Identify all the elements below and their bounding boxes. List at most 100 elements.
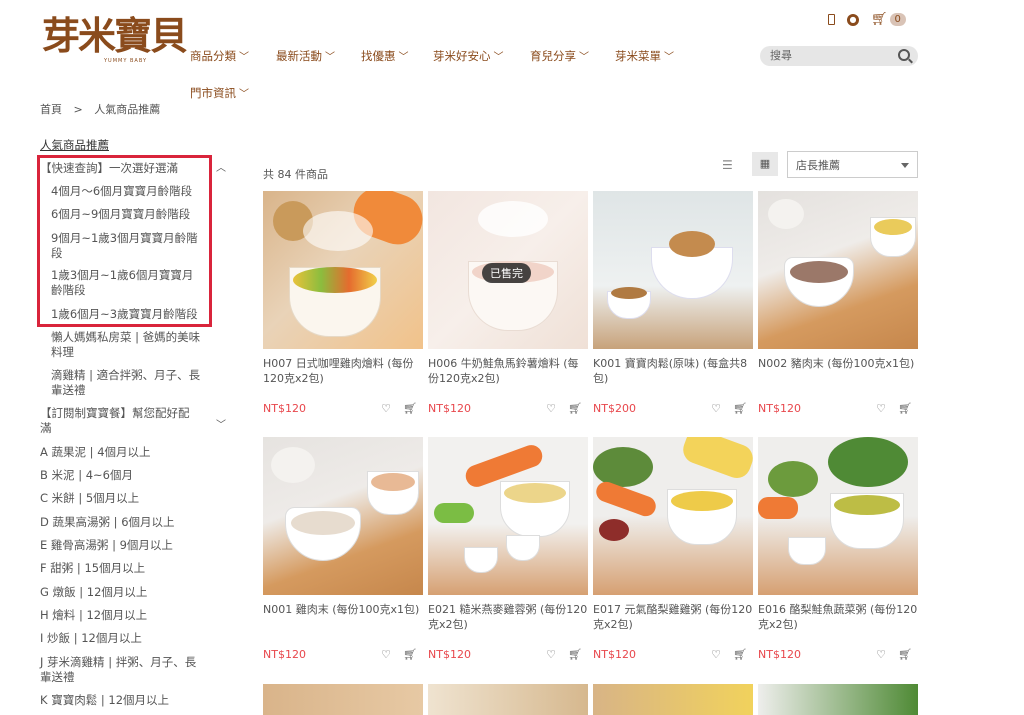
heart-icon[interactable]: ♡: [876, 402, 886, 415]
product-name[interactable]: E016 酪梨鮭魚蔬菜粥 (每份120克x2包): [758, 602, 918, 632]
heart-icon[interactable]: ♡: [876, 648, 886, 661]
product-actions: ♡ 🛒︎: [711, 402, 747, 415]
cart-icon[interactable]: 🛒︎: [568, 402, 582, 415]
heart-icon[interactable]: ♡: [711, 648, 721, 661]
chevron-down-icon: ﹀: [239, 52, 249, 63]
sidebar-category-k[interactable]: K 寶寶肉鬆 | 12個月以上: [40, 693, 210, 708]
cart-icon[interactable]: 🛒︎: [871, 12, 888, 27]
product-actions: ♡ 🛒︎: [381, 648, 417, 661]
product-name[interactable]: H007 日式咖哩雞肉燴料 (每份120克x2包): [263, 356, 423, 386]
product-name[interactable]: N001 雞肉末 (每份100克x1包): [263, 602, 423, 632]
heart-icon[interactable]: ♡: [381, 402, 391, 415]
product-card[interactable]: 已售完 H006 牛奶鮭魚馬鈴薯燴料 (每份120克x2包) NT$120 ♡ 🛒…: [428, 191, 588, 415]
product-actions: ♡ 🛒︎: [381, 402, 417, 415]
nav-label: 最新活動: [276, 49, 322, 63]
cart-icon[interactable]: 🛒︎: [898, 648, 912, 661]
product-image[interactable]: [428, 437, 588, 595]
cart-count-badge: 0: [889, 13, 906, 26]
caret-down-icon: [901, 163, 909, 168]
search-icon[interactable]: [898, 49, 910, 61]
mobile-icon[interactable]: [828, 14, 835, 25]
nav-menu[interactable]: 芽米菜單 ﹀: [615, 48, 674, 64]
cart-icon[interactable]: 🛒︎: [733, 648, 747, 661]
product-image[interactable]: [593, 191, 753, 349]
sidebar-category-b[interactable]: B 米泥 | 4~6個月: [40, 468, 210, 483]
sidebar-category-g[interactable]: G 燉飯 | 12個月以上: [40, 585, 210, 600]
nav-events[interactable]: 最新活動 ﹀: [276, 48, 335, 64]
product-card[interactable]: N002 豬肉末 (每份100克x1包) NT$120 ♡ 🛒︎: [758, 191, 918, 415]
cart-icon[interactable]: 🛒︎: [898, 402, 912, 415]
sidebar-category-e[interactable]: E 雞骨高湯粥 | 9個月以上: [40, 538, 210, 553]
product-name[interactable]: N002 豬肉末 (每份100克x1包): [758, 356, 918, 386]
sidebar-category-j[interactable]: J 芽米滴雞精 | 拌粥、月子、長輩送禮: [40, 655, 200, 685]
heart-icon[interactable]: ♡: [381, 648, 391, 661]
product-name[interactable]: E017 元氣酪梨雞雞粥 (每份120克x2包): [593, 602, 753, 632]
product-image[interactable]: [263, 684, 423, 715]
product-card[interactable]: E017 元氣酪梨雞雞粥 (每份120克x2包) NT$120 ♡ 🛒︎: [593, 437, 753, 661]
product-name[interactable]: K001 寶寶肉鬆(原味) (每盒共8包): [593, 356, 753, 386]
heart-icon[interactable]: ♡: [711, 402, 721, 415]
nav-label: 育兒分享: [530, 49, 576, 63]
sidebar-category-a[interactable]: A 蔬果泥 | 4個月以上: [40, 445, 210, 460]
chevron-up-icon[interactable]: ︿: [216, 161, 226, 176]
product-card[interactable]: N001 雞肉末 (每份100克x1包) NT$120 ♡ 🛒︎: [263, 437, 423, 661]
sold-out-badge: 已售完: [482, 263, 531, 283]
sidebar-item-6-9m[interactable]: 6個月~9個月寶寶月齡階段: [51, 207, 211, 222]
cart-icon[interactable]: 🛒︎: [403, 648, 417, 661]
product-card[interactable]: E021 糙米燕麥雞蓉粥 (每份120克x2包) NT$120 ♡ 🛒︎: [428, 437, 588, 661]
sidebar-category-d[interactable]: D 蔬果高湯粥 | 6個月以上: [40, 515, 210, 530]
sidebar-item-1y6m-3y[interactable]: 1歲6個月~3歲寶寶月齡階段: [51, 307, 211, 322]
sidebar-item-lazy-mom[interactable]: 懶人媽媽私房菜 | 爸媽的美味料理: [51, 330, 206, 360]
product-actions: ♡ 🛒︎: [711, 648, 747, 661]
product-image[interactable]: [758, 191, 918, 349]
heart-icon[interactable]: ♡: [546, 402, 556, 415]
product-name[interactable]: E021 糙米燕麥雞蓉粥 (每份120克x2包): [428, 602, 588, 632]
product-actions: ♡ 🛒︎: [876, 648, 912, 661]
product-actions: ♡ 🛒︎: [546, 648, 582, 661]
product-image[interactable]: [428, 684, 588, 715]
product-image[interactable]: 已售完: [428, 191, 588, 349]
sidebar-quick-query[interactable]: 【快速查詢】一次選好選滿: [40, 161, 210, 176]
product-card[interactable]: H007 日式咖哩雞肉燴料 (每份120克x2包) NT$120 ♡ 🛒︎: [263, 191, 423, 415]
product-image[interactable]: [263, 437, 423, 595]
product-image[interactable]: [263, 191, 423, 349]
grid-view-icon[interactable]: ▦: [752, 152, 778, 176]
nav-parenting[interactable]: 育兒分享 ﹀: [530, 48, 589, 64]
cart-icon[interactable]: 🛒︎: [733, 402, 747, 415]
product-image[interactable]: [758, 437, 918, 595]
product-count: 共 84 件商品: [263, 168, 328, 181]
sidebar-category-h[interactable]: H 燴料 | 12個月以上: [40, 608, 210, 623]
sidebar-item-1y3m-1y6m[interactable]: 1歲3個月~1歲6個月寶寶月齡階段: [51, 268, 201, 298]
search-input[interactable]: 搜尋: [760, 46, 918, 66]
sidebar-item-9m-1y3m[interactable]: 9個月~1歲3個月寶寶月齡階段: [51, 231, 201, 261]
search-placeholder: 搜尋: [770, 49, 792, 62]
product-image[interactable]: [593, 437, 753, 595]
chevron-down-icon: ﹀: [664, 52, 674, 63]
cart-icon[interactable]: 🛒︎: [403, 402, 417, 415]
sidebar-item-chicken-essence[interactable]: 滴雞精 | 適合拌粥、月子、長輩送禮: [51, 368, 206, 398]
chevron-down-icon[interactable]: ﹀: [216, 418, 226, 433]
sort-select[interactable]: 店長推薦: [787, 151, 918, 178]
sidebar-category-f[interactable]: F 甜粥 | 15個月以上: [40, 561, 210, 576]
user-icon[interactable]: ●: [847, 13, 859, 26]
chevron-down-icon: ﹀: [398, 52, 409, 63]
cart-icon[interactable]: 🛒︎: [568, 648, 582, 661]
sidebar-item-4-6m[interactable]: 4個月～6個月寶寶月齡階段: [51, 184, 211, 199]
product-actions: ♡ 🛒︎: [876, 402, 912, 415]
chevron-down-icon: ﹀: [579, 52, 589, 63]
product-image[interactable]: [593, 684, 753, 715]
product-name[interactable]: H006 牛奶鮭魚馬鈴薯燴料 (每份120克x2包): [428, 356, 588, 386]
nav-deals[interactable]: 找優惠 ﹀: [361, 48, 409, 64]
product-image[interactable]: [758, 684, 918, 715]
product-card[interactable]: K001 寶寶肉鬆(原味) (每盒共8包) NT$200 ♡ 🛒︎: [593, 191, 753, 415]
sidebar-category-c[interactable]: C 米餅 | 5個月以上: [40, 491, 210, 506]
product-actions: ♡ 🛒︎: [546, 402, 582, 415]
nav-safety[interactable]: 芽米好安心 ﹀: [433, 48, 504, 64]
sidebar: 【快速查詢】一次選好選滿 ︿ 4個月～6個月寶寶月齡階段 6個月~9個月寶寶月齡…: [0, 0, 240, 715]
heart-icon[interactable]: ♡: [546, 648, 556, 661]
list-view-icon[interactable]: ☰: [722, 158, 733, 172]
chevron-down-icon: ﹀: [493, 52, 504, 63]
sidebar-category-i[interactable]: I 炒飯 | 12個月以上: [40, 631, 210, 646]
sidebar-subscription[interactable]: 【訂閱制寶寶餐】幫您配好配滿: [40, 406, 200, 436]
product-card[interactable]: E016 酪梨鮭魚蔬菜粥 (每份120克x2包) NT$120 ♡ 🛒︎: [758, 437, 918, 661]
